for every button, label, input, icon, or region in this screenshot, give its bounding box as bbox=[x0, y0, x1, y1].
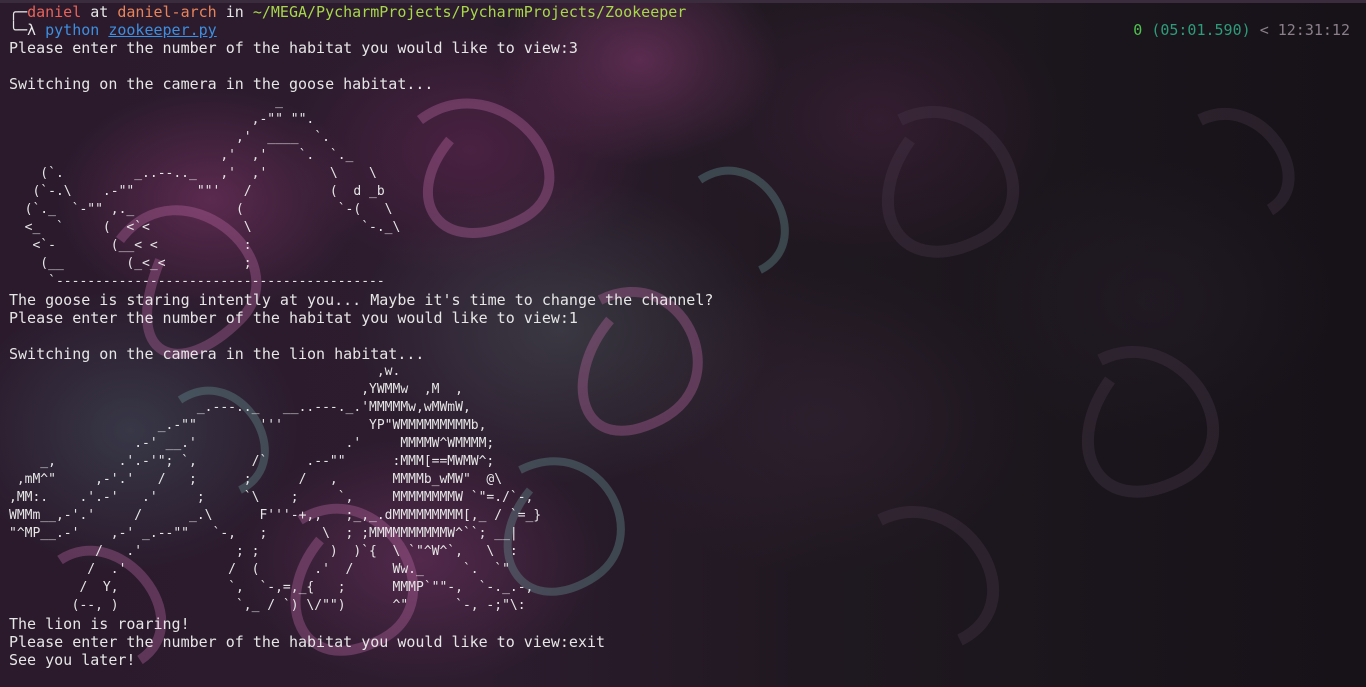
terminal-window[interactable]: ╭─daniel at daniel-arch in ~/MEGA/Pychar… bbox=[9, 3, 1350, 687]
prompt-corner-bottom: ╰─λ bbox=[9, 21, 46, 39]
output-line: Switching on the camera in the lion habi… bbox=[9, 345, 425, 363]
output-line: The lion is roaring! bbox=[9, 615, 190, 633]
output-line: Please enter the number of the habitat y… bbox=[9, 633, 606, 651]
output-line: See you later! bbox=[9, 651, 136, 669]
command-name: python bbox=[45, 21, 100, 39]
lion-ascii-art: ,w. ,YWMMw ,M , _.---.._ __..---._.'MMMM… bbox=[9, 364, 542, 613]
output-line: Switching on the camera in the goose hab… bbox=[9, 75, 434, 93]
command-status: 0 (05:01.590) < 12:31:12 bbox=[1133, 21, 1350, 39]
output-line: Please enter the number of the habitat y… bbox=[9, 39, 578, 57]
prompt-in: in bbox=[216, 3, 253, 21]
clock-time: 12:31:12 bbox=[1277, 21, 1350, 39]
prompt-host: daniel-arch bbox=[117, 3, 217, 21]
prompt-path: ~/MEGA/PycharmProjects/PycharmProjects/Z… bbox=[252, 3, 687, 21]
exit-code: 0 bbox=[1133, 21, 1143, 39]
prompt-user: daniel bbox=[27, 3, 82, 21]
prompt-at: at bbox=[81, 3, 118, 21]
output-line: Please enter the number of the habitat y… bbox=[9, 309, 578, 327]
command-argument[interactable]: zookeeper.py bbox=[108, 21, 216, 39]
elapsed-time: (05:01.590) bbox=[1151, 21, 1251, 39]
output-line: The goose is staring intently at you... … bbox=[9, 291, 714, 309]
goose-ascii-art: _ ,-"" "". ,' ____ `. ,' ,' `. `._ (`. _… bbox=[24, 94, 401, 289]
prompt-line: ╭─daniel at daniel-arch in ~/MEGA/Pychar… bbox=[9, 3, 1350, 21]
status-separator: < bbox=[1259, 21, 1269, 39]
prompt-corner-top: ╭─ bbox=[9, 3, 28, 21]
